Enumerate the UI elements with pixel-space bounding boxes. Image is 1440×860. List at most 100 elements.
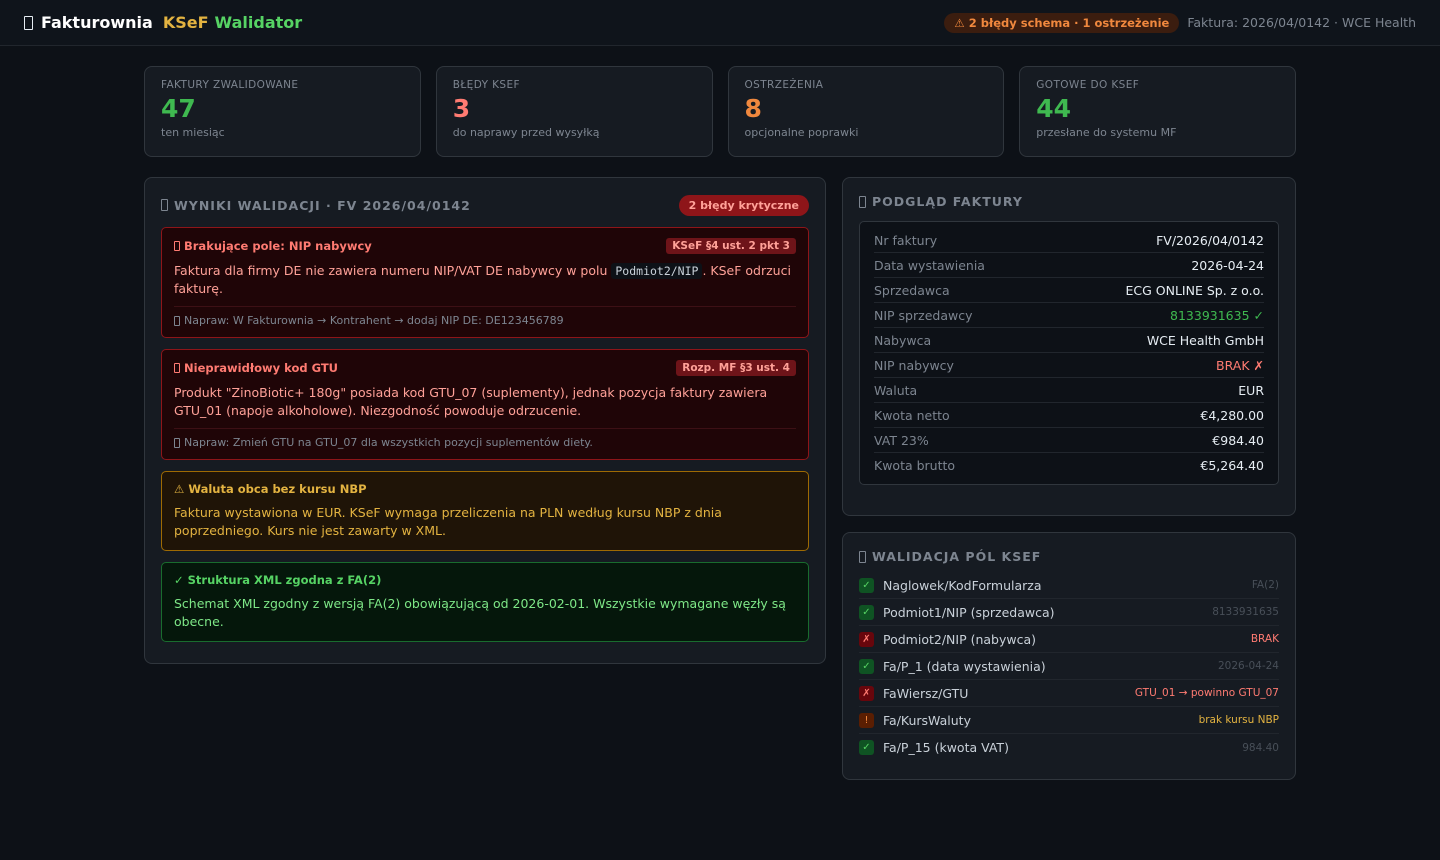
stat-value: 47 [161,94,196,123]
fields-title-text: WALIDACJA PÓL KSEF [872,549,1042,564]
validation-results-panel: WYNIKI WALIDACJI · FV 2026/04/0142 2 błę… [144,177,826,664]
preview-title: PODGLĄD FAKTURY [859,194,1279,209]
warning-icon: ! [859,712,874,728]
stat-label: GOTOWE DO KSEF [1036,79,1140,91]
preview-value: ECG ONLINE Sp. z o.o. [1125,282,1264,298]
field-value: FA(2) [1251,579,1279,591]
preview-key: Nr faktury [874,232,938,248]
issue-text: Faktura dla firmy DE nie zawiera numeru … [174,263,608,278]
ksef-label: KSeF [162,13,209,32]
stat-value: 8 [744,94,762,123]
stat-value: 44 [1036,94,1072,123]
fix-hint: Napraw: W Fakturownia → Kontrahent → dod… [174,306,796,327]
stat-subtitle: przesłane do systemu MF [1036,126,1177,139]
stat-label: FAKTURY ZWALIDOWANE [161,79,299,91]
field-name: Naglowek/KodFormularza [883,577,1042,593]
stat-label: BŁĘDY KSEF [452,79,520,91]
preview-value: EUR [1238,382,1264,398]
preview-value: BRAK ✗ [1216,357,1264,373]
check-icon: ✓ [859,740,874,755]
preview-title-text: PODGLĄD FAKTURY [872,194,1023,209]
brand: Fakturownia KSeF Walidator [24,13,302,32]
field-row[interactable]: ! Fa/KursWaluty brak kursu NBP [859,707,1279,734]
validator-label: Walidator [214,13,303,32]
cross-icon: ✗ [859,685,874,701]
preview-key: NIP sprzedawcy [874,307,973,323]
field-name: Podmiot2/NIP (nabywca) [883,631,1037,647]
issue-title: Nieprawidłowy kod GTU [174,361,338,375]
preview-row: NIP nabywcy BRAK ✗ [874,353,1264,378]
fix-text: Napraw: Zmień GTU na GTU_07 dla wszystki… [184,436,593,449]
preview-value: FV/2026/04/0142 [1156,232,1264,248]
field-name: Fa/KursWaluty [883,712,971,728]
top-bar: Fakturownia KSeF Walidator ⚠ 2 błędy sch… [0,0,1440,46]
field-value: brak kursu NBP [1198,714,1279,726]
check-icon: ✓ [859,577,874,593]
field-path-code: Podmiot2/NIP [611,263,703,279]
regulation-tag: KSeF §4 ust. 2 pkt 3 [666,238,796,254]
error-icon [174,363,180,373]
field-row[interactable]: ✓ Podmiot1/NIP (sprzedawca) 8133931635 [859,599,1279,626]
issue-missing-nip[interactable]: Brakujące pole: NIP nabywcy KSeF §4 ust.… [161,227,809,338]
field-row[interactable]: ✓ Fa/P_1 (data wystawienia) 2026-04-24 [859,653,1279,680]
cross-icon: ✗ [859,631,874,647]
issue-title: ✓ Struktura XML zgodna z FA(2) [174,573,382,587]
invoice-preview-panel: PODGLĄD FAKTURY Nr faktury FV/2026/04/014… [842,177,1296,516]
validation-title: WYNIKI WALIDACJI · FV 2026/04/0142 [161,198,471,213]
stat-subtitle: ten miesiąc [161,126,225,139]
validation-title-text: WYNIKI WALIDACJI · FV 2026/04/0142 [174,197,471,213]
field-value: BRAK [1250,633,1279,645]
wrench-icon [174,437,180,448]
preview-key: Waluta [874,382,918,398]
field-row[interactable]: ✓ Fa/P_15 (kwota VAT) 984.40 [859,734,1279,761]
preview-row: Nr faktury FV/2026/04/0142 [874,228,1264,253]
clipboard-icon [161,199,168,211]
stat-card-ready: GOTOWE DO KSEF 44 przesłane do systemu M… [1019,66,1296,157]
preview-value: €5,264.40 [1200,458,1264,473]
stat-card-warnings: OSTRZEŻENIA 8 opcjonalne poprawki [727,66,1005,157]
stat-subtitle: opcjonalne poprawki [744,126,859,139]
fields-title: WALIDACJA PÓL KSEF [859,549,1279,564]
schema-alert-badge[interactable]: ⚠ 2 błędy schema · 1 ostrzeżenie [944,12,1180,33]
issue-title: Brakujące pole: NIP nabywcy [174,239,372,253]
stat-card-errors: BŁĘDY KSEF 3 do naprawy przed wysyłką [435,66,713,157]
field-value: 2026-04-24 [1217,660,1279,672]
check-icon: ✓ [859,604,874,620]
ksef-fields-panel: WALIDACJA PÓL KSEF ✓ Naglowek/KodFormular… [842,532,1296,780]
check-icon: ✓ [859,658,874,674]
stats-row: FAKTURY ZWALIDOWANE 47 ten miesiąc BŁĘDY… [144,66,1296,157]
issue-foreign-currency[interactable]: ⚠ Waluta obca bez kursu NBP Faktura wyst… [161,471,809,551]
field-name: Podmiot1/NIP (sprzedawca) [883,604,1055,620]
fix-text: Napraw: W Fakturownia → Kontrahent → dod… [184,314,564,327]
issue-invalid-gtu[interactable]: Nieprawidłowy kod GTU Rozp. MF §3 ust. 4… [161,349,809,460]
preview-key: Nabywca [874,332,932,348]
field-value: 8133931635 [1212,606,1279,618]
preview-row: Waluta EUR [874,378,1264,403]
preview-value: 8133931635 ✓ [1170,307,1264,323]
preview-value: WCE Health GmbH [1146,332,1264,348]
issue-description: Faktura wystawiona w EUR. KSeF wymaga pr… [174,505,722,538]
wrench-icon [174,315,180,326]
field-row[interactable]: ✓ Naglowek/KodFormularza FA(2) [859,572,1279,599]
preview-row: VAT 23% €984.40 [874,428,1264,453]
preview-row: Kwota netto €4,280.00 [874,403,1264,428]
regulation-tag: Rozp. MF §3 ust. 4 [676,360,796,376]
issue-description: Faktura dla firmy DE nie zawiera numeru … [174,262,796,298]
issue-description: Schemat XML zgodny z wersją FA(2) obowią… [174,596,786,629]
invoice-icon [24,15,33,30]
fields-list: ✓ Naglowek/KodFormularza FA(2) ✓ Podmiot1/N… [859,572,1279,761]
invoice-preview-table: Nr faktury FV/2026/04/0142 Data wystawien… [859,221,1279,485]
field-row[interactable]: ✗ FaWiersz/GTU GTU_01 → powinno GTU_07 [859,680,1279,707]
stat-value: 3 [452,94,471,123]
preview-value: €4,280.00 [1200,407,1264,423]
fix-hint: Napraw: Zmień GTU na GTU_07 dla wszystki… [174,428,796,449]
issue-xml-structure-ok[interactable]: ✓ Struktura XML zgodna z FA(2) Schemat X… [161,562,809,642]
field-value: 984.40 [1242,741,1279,754]
field-row[interactable]: ✗ Podmiot2/NIP (nabywca) BRAK [859,626,1279,653]
error-icon [174,241,180,251]
preview-row: Data wystawienia 2026-04-24 [874,253,1264,278]
stat-card-validated: FAKTURY ZWALIDOWANE 47 ten miesiąc [144,66,421,157]
preview-row: Sprzedawca ECG ONLINE Sp. z o.o. [874,278,1264,303]
stat-subtitle: do naprawy przed wysyłką [452,126,600,139]
preview-key: Data wystawienia [874,257,985,273]
